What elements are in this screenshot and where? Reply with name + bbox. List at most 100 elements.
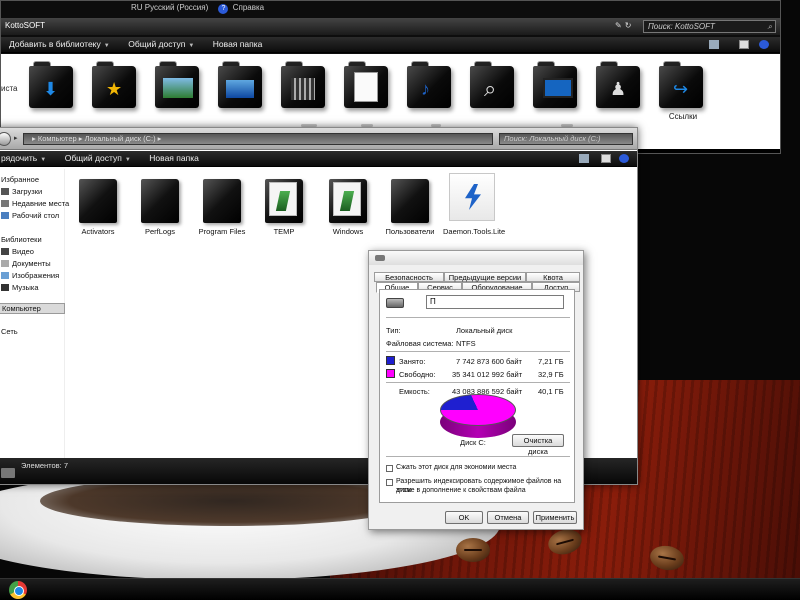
chess-pawn-icon: ♟ xyxy=(610,79,627,99)
command-bar: рядочить ▼ Общий доступ ▼ Новая папка xyxy=(0,151,637,167)
downloads-icon xyxy=(1,188,9,195)
folder-pictures[interactable] xyxy=(155,58,203,110)
dialog-titlebar[interactable] xyxy=(369,251,583,265)
folder-games[interactable]: ♟ xyxy=(596,58,644,110)
music-note-icon: ♪ xyxy=(421,79,430,99)
address-path[interactable]: KottoSOFT xyxy=(5,21,45,30)
nav-downloads[interactable]: Загрузки xyxy=(1,187,42,196)
ok-button[interactable]: OK xyxy=(445,511,483,524)
help-icon[interactable] xyxy=(759,40,769,49)
help-icon[interactable] xyxy=(619,154,629,163)
folder-activators[interactable]: Activators xyxy=(67,173,129,253)
preview-pane-icon[interactable] xyxy=(739,40,749,49)
nav-computer[interactable]: Компьютер xyxy=(0,303,65,314)
used-bytes: 7 742 873 600 байт xyxy=(456,357,522,366)
free-color-swatch xyxy=(386,369,395,378)
folder-downloads[interactable]: ⬇ xyxy=(29,58,77,110)
address-bar[interactable]: KottoSOFT ✎↻ Поиск: KottoSOFT ⌕ xyxy=(1,18,780,35)
coffee-bean xyxy=(456,538,490,562)
language-bar[interactable]: RU Русский (Россия) ? Справка xyxy=(131,3,264,14)
pictures-icon xyxy=(1,272,9,279)
folder-desktop[interactable] xyxy=(218,58,266,110)
search-input[interactable]: Поиск: KottoSOFT ⌕ xyxy=(643,20,776,33)
add-to-library-button[interactable]: Добавить в библиотеку ▼ xyxy=(1,37,118,54)
folder-label: Пользователи xyxy=(385,227,435,236)
command-bar: Добавить в библиотеку ▼ Общий доступ ▼ Нов… xyxy=(1,37,780,53)
forward-icon[interactable]: ▸ xyxy=(14,134,18,142)
search-input[interactable]: Поиск: Локальный диск (C:) xyxy=(499,133,633,145)
fs-value: NTFS xyxy=(456,339,476,348)
type-value: Локальный диск xyxy=(456,326,513,335)
nav-network[interactable]: Сеть xyxy=(1,327,18,336)
folder-computer[interactable] xyxy=(533,58,581,110)
share-button[interactable]: Общий доступ ▼ xyxy=(57,151,139,168)
folder-favorites[interactable]: ★ xyxy=(92,58,140,110)
folder-temp[interactable]: TEMP xyxy=(253,173,315,253)
nav-desktop[interactable]: Рабочий стол xyxy=(1,211,59,220)
disk-usage-pie xyxy=(440,394,516,438)
capacity-size: 40,1 ГБ xyxy=(538,387,564,396)
pie-chart-usage xyxy=(440,394,516,426)
used-color-swatch xyxy=(386,356,395,365)
folder-daemon-tools-lite[interactable]: Daemon.Tools.Lite xyxy=(441,173,505,253)
nav-libraries[interactable]: Библиотеки xyxy=(1,235,42,244)
folder-music[interactable]: ♪ xyxy=(407,58,455,110)
folder-documents[interactable] xyxy=(344,58,392,110)
folder-program-files[interactable]: Program Files xyxy=(191,173,253,253)
chrome-icon[interactable] xyxy=(9,581,27,599)
index-files-label-line2: диске в дополнение к свойствам файла xyxy=(396,487,526,494)
help-icon[interactable]: ? xyxy=(218,4,229,14)
nav-favorites[interactable]: Избранное xyxy=(1,175,39,184)
address-bar[interactable]: ▸ ▸ Компьютер ▸ Локальный диск (C:) ▸ По… xyxy=(0,128,637,150)
star-icon: ★ xyxy=(106,79,123,99)
disk-cleanup-button[interactable]: Очистка диска xyxy=(512,434,564,456)
tab-security[interactable]: Безопасность xyxy=(374,272,444,282)
help-label[interactable]: Справка xyxy=(233,3,264,12)
preview-pane-icon[interactable] xyxy=(601,154,611,163)
free-label: Свободно: xyxy=(399,370,436,379)
folder-label: Ссылки xyxy=(668,112,698,121)
folder-label: Activators xyxy=(81,227,115,236)
share-button[interactable]: Общий доступ ▼ xyxy=(120,37,202,54)
folder-users[interactable]: Пользователи xyxy=(379,173,441,253)
disk-name-input[interactable]: П xyxy=(426,295,564,309)
cancel-button[interactable]: Отмена xyxy=(487,511,529,524)
nav-documents[interactable]: Документы xyxy=(1,259,51,268)
magnifier-icon: ⌕ xyxy=(484,76,497,101)
refresh-icon[interactable]: ✎↻ xyxy=(615,21,634,30)
new-folder-button[interactable]: Новая папка xyxy=(205,37,271,52)
language-indicator[interactable]: RU Русский (Россия) xyxy=(131,3,208,12)
new-folder-button[interactable]: Новая папка xyxy=(141,151,207,166)
video-icon xyxy=(1,248,9,255)
disk-properties-dialog[interactable]: Безопасность Предыдущие версии Квота Общ… xyxy=(368,250,584,530)
tab-previous-versions[interactable]: Предыдущие версии xyxy=(444,272,526,282)
documents-icon xyxy=(354,72,378,102)
folder-windows[interactable]: Windows xyxy=(317,173,379,253)
address-path[interactable]: ▸ Компьютер ▸ Локальный диск (C:) ▸ xyxy=(23,133,493,145)
search-icon[interactable]: ⌕ xyxy=(768,21,772,32)
music-icon xyxy=(1,284,9,291)
taskbar xyxy=(0,578,800,600)
black-folder-icon xyxy=(79,179,117,223)
search-placeholder: Поиск: KottoSOFT xyxy=(648,22,715,31)
compress-drive-checkbox[interactable] xyxy=(386,465,393,472)
apply-button[interactable]: Применить xyxy=(533,511,577,524)
folder-video[interactable] xyxy=(281,58,329,110)
fs-label: Файловая система: xyxy=(386,339,454,348)
back-button[interactable] xyxy=(0,132,11,146)
daemon-tools-icon xyxy=(449,173,495,221)
view-options-icon[interactable] xyxy=(579,154,589,163)
folder-links[interactable]: ↪ Ссылки xyxy=(659,58,707,121)
folder-perflogs[interactable]: PerfLogs xyxy=(129,173,191,253)
organize-button[interactable]: рядочить ▼ xyxy=(0,151,54,168)
tab-quota[interactable]: Квота xyxy=(526,272,580,282)
nav-music[interactable]: Музыка xyxy=(1,283,39,292)
nav-video[interactable]: Видео xyxy=(1,247,34,256)
nav-pictures[interactable]: Изображения xyxy=(1,271,59,280)
index-files-checkbox[interactable] xyxy=(386,479,393,486)
nav-recent-places[interactable]: Недавние места xyxy=(1,199,69,208)
folder-search[interactable]: ⌕ xyxy=(470,58,518,110)
desktop-icon xyxy=(1,212,9,219)
view-options-icon[interactable] xyxy=(709,40,719,49)
used-size: 7,21 ГБ xyxy=(538,357,564,366)
